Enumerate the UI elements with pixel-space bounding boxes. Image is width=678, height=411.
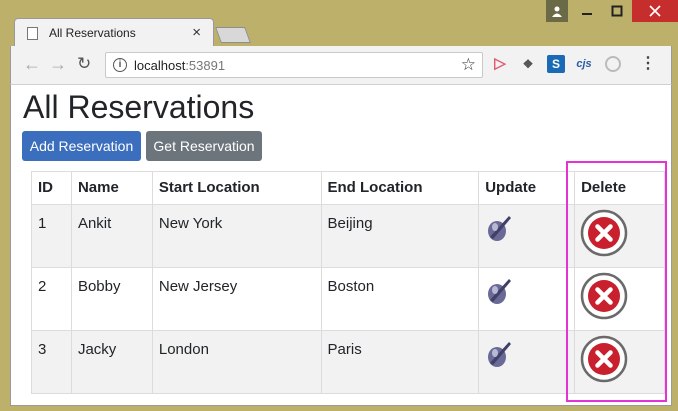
menu-kebab-icon[interactable]: ⋮: [639, 55, 657, 73]
browser-toolbar: ← → ↻ i localhost:53891 ☆ ▷ ❖ S cjs ⋮: [10, 46, 672, 84]
header-end-location: End Location: [320, 171, 480, 205]
info-icon[interactable]: i: [113, 58, 127, 72]
table-row: 1 Ankit New York Beijing: [31, 204, 665, 268]
address-bar[interactable]: i localhost:53891 ☆: [105, 52, 483, 78]
cell-name: Ankit: [70, 204, 153, 268]
header-start-location: Start Location: [151, 171, 322, 205]
cell-end-location: Paris: [320, 330, 480, 394]
window-close-icon[interactable]: [632, 0, 678, 22]
edit-quill-icon[interactable]: [485, 339, 513, 369]
minimize-icon[interactable]: [572, 0, 602, 22]
reload-icon[interactable]: ↻: [77, 54, 91, 74]
delete-x-icon[interactable]: [580, 272, 628, 320]
delete-x-icon[interactable]: [580, 209, 628, 257]
cell-delete: [574, 204, 665, 268]
reservations-table: ID Name Start Location End Location Upda…: [31, 171, 665, 394]
header-update: Update: [478, 171, 576, 205]
window-controls: [546, 0, 678, 22]
header-delete: Delete: [574, 171, 665, 205]
new-tab-button[interactable]: [215, 27, 251, 43]
page-title: All Reservations: [23, 89, 255, 125]
url-port: :53891: [185, 58, 226, 73]
cell-start-location: New York: [151, 204, 322, 268]
tab-close-icon[interactable]: ×: [192, 24, 201, 41]
browser-tab[interactable]: All Reservations ×: [14, 18, 214, 46]
forward-arrow-icon[interactable]: →: [49, 54, 67, 75]
edit-quill-icon[interactable]: [485, 276, 513, 306]
bookmark-star-icon[interactable]: ☆: [461, 55, 476, 75]
cell-start-location: London: [151, 330, 322, 394]
cell-delete: [574, 330, 665, 394]
cell-name: Jacky: [70, 330, 153, 394]
get-reservation-button[interactable]: Get Reservation: [146, 131, 262, 161]
page-content: All Reservations Add Reservation Get Res…: [10, 84, 672, 406]
url-text[interactable]: localhost:53891: [134, 58, 225, 73]
extension-feather-icon[interactable]: ❖: [519, 55, 537, 73]
cell-update: [478, 330, 576, 394]
cell-update: [478, 267, 576, 331]
cell-end-location: Beijing: [320, 204, 480, 268]
maximize-icon[interactable]: [602, 0, 632, 22]
cell-start-location: New Jersey: [151, 267, 322, 331]
table-row: 3 Jacky London Paris: [31, 330, 665, 394]
add-reservation-button[interactable]: Add Reservation: [22, 131, 141, 161]
tab-title: All Reservations: [49, 26, 136, 40]
cell-name: Bobby: [70, 267, 153, 331]
cell-id: 1: [31, 204, 72, 268]
user-icon[interactable]: [546, 0, 568, 22]
extension-cjs-icon[interactable]: cjs: [575, 55, 593, 73]
page-icon: [27, 27, 38, 40]
extension-circle-icon[interactable]: [605, 56, 621, 72]
cell-end-location: Boston: [320, 267, 480, 331]
table-row: 2 Bobby New Jersey Boston: [31, 267, 665, 331]
back-arrow-icon[interactable]: ←: [23, 54, 41, 75]
cell-id: 3: [31, 330, 72, 394]
cell-id: 2: [31, 267, 72, 331]
delete-x-icon[interactable]: [580, 335, 628, 383]
table-header-row: ID Name Start Location End Location Upda…: [31, 171, 665, 205]
extension-play-icon[interactable]: ▷: [491, 55, 509, 73]
url-host: localhost: [134, 58, 186, 73]
window-titlebar: All Reservations ×: [0, 0, 678, 46]
cell-delete: [574, 267, 665, 331]
extension-s-icon[interactable]: S: [547, 55, 565, 73]
edit-quill-icon[interactable]: [485, 213, 513, 243]
header-id: ID: [31, 171, 72, 205]
header-name: Name: [70, 171, 153, 205]
cell-update: [478, 204, 576, 268]
